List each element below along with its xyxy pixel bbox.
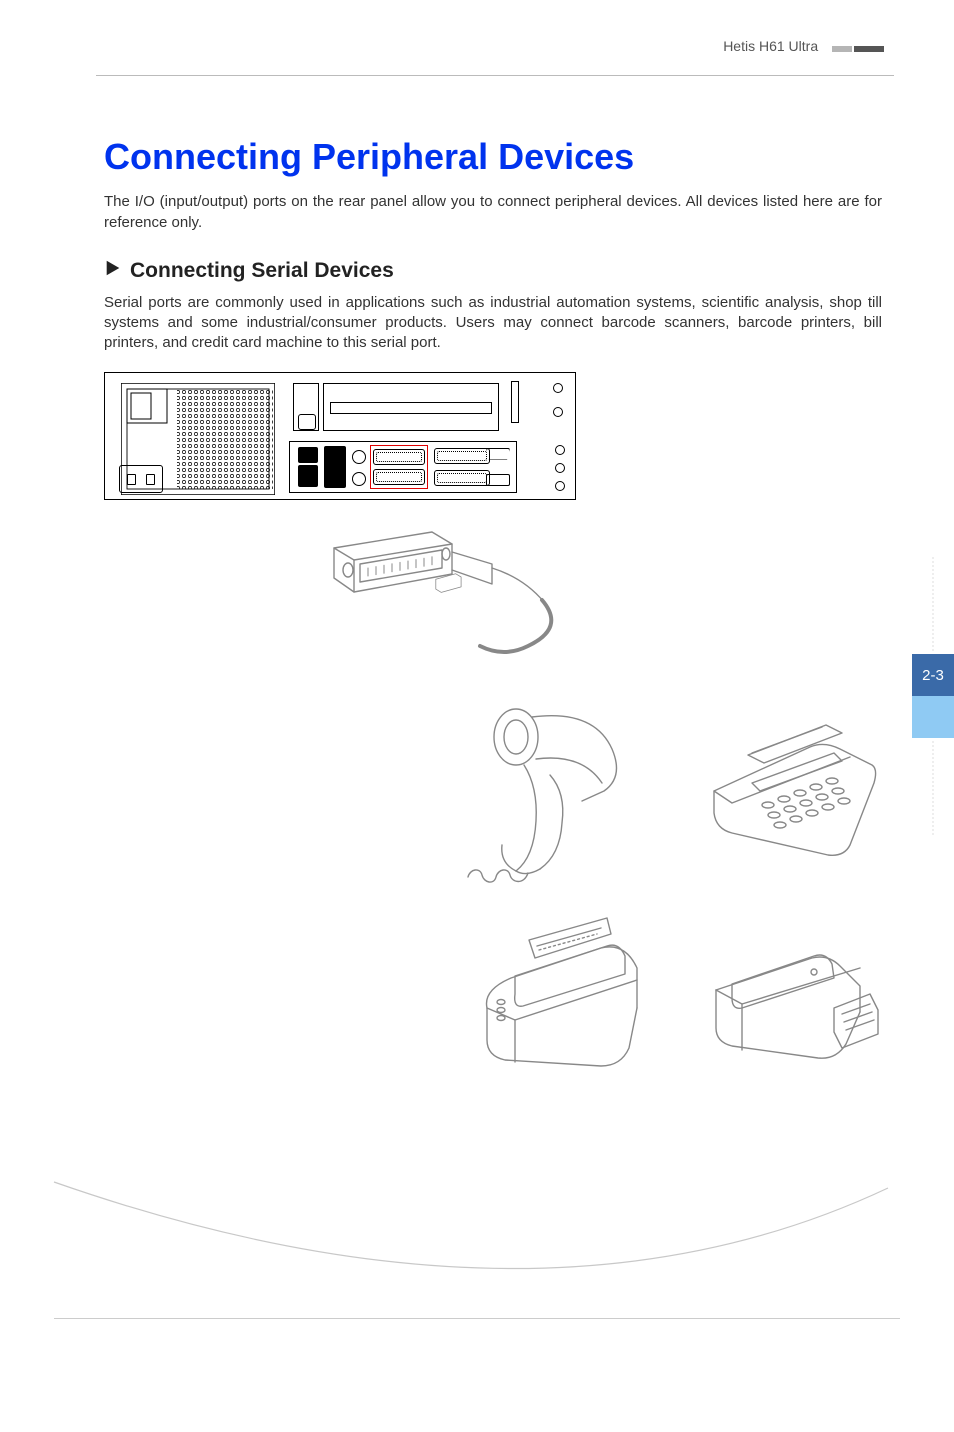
page-title: Connecting Peripheral Devices <box>104 136 882 178</box>
section-title: Connecting Serial Devices <box>130 259 394 283</box>
hdmi-port-icon <box>486 448 510 460</box>
footer-divider <box>54 1318 900 1319</box>
page-tab-accent <box>912 696 954 738</box>
page-header: Hetis H61 Ultra <box>96 38 894 55</box>
displayport-icon <box>486 474 510 486</box>
margin-decor-icon <box>932 556 934 652</box>
serial-port-icon <box>373 469 425 485</box>
screw-icon <box>555 481 565 491</box>
intro-paragraph: The I/O (input/output) ports on the rear… <box>104 192 882 233</box>
device-row <box>104 705 882 890</box>
device-row <box>104 916 882 1071</box>
expansion-slot-icon <box>293 383 319 431</box>
ps2-port-icon <box>352 472 366 486</box>
dvi-port-icon <box>434 470 490 486</box>
ps2-port-icon <box>352 450 366 464</box>
lan-port-icon <box>296 446 318 488</box>
barcode-scanner-illustration <box>454 705 644 890</box>
power-socket-icon <box>119 465 163 493</box>
section-heading-row: Connecting Serial Devices <box>104 259 882 283</box>
screw-icon <box>553 407 563 417</box>
vent-slot-icon <box>511 381 519 423</box>
usb-port-icon <box>324 446 346 488</box>
barcode-printer-illustration <box>702 916 882 1071</box>
serial-port-highlight <box>370 445 428 489</box>
page-number-tab: 2-3 <box>912 654 954 696</box>
rear-panel-diagram <box>104 372 576 500</box>
screw-icon <box>553 383 563 393</box>
credit-card-machine-illustration <box>692 705 882 890</box>
screw-icon <box>555 445 565 455</box>
chevron-right-icon <box>104 259 122 282</box>
serial-port-icon <box>373 449 425 465</box>
vga-port-icon <box>434 448 490 464</box>
footer-curve-icon <box>0 1172 954 1312</box>
margin-decor-icon <box>932 740 934 836</box>
header-decor-icon <box>830 39 884 55</box>
serial-cable-illustration <box>314 530 882 665</box>
body-paragraph: Serial ports are commonly used in applic… <box>104 293 882 354</box>
bill-printer-illustration <box>469 916 654 1071</box>
io-port-group <box>289 441 517 493</box>
drive-bay-icon <box>323 383 499 431</box>
page-number: 2-3 <box>922 667 944 684</box>
product-name: Hetis H61 Ultra <box>723 38 818 54</box>
screw-icon <box>555 463 565 473</box>
